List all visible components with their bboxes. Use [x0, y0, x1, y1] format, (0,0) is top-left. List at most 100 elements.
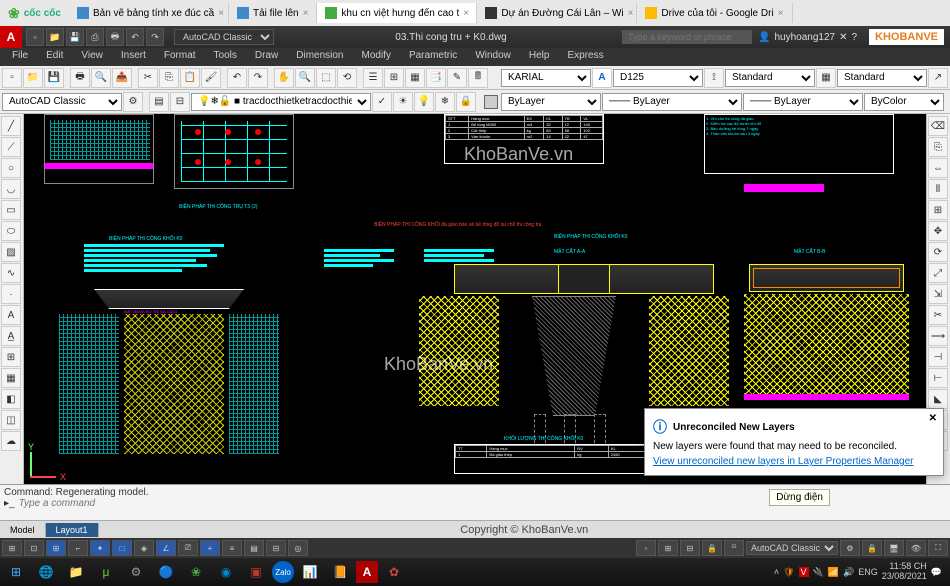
menu-modify[interactable]: Modify [354, 48, 399, 66]
notif-link[interactable]: View unreconciled new layers in Layer Pr… [653, 456, 914, 467]
menu-help[interactable]: Help [521, 48, 558, 66]
spline-icon[interactable]: ∿ [1, 263, 21, 283]
copy-button[interactable]: ⎘ [159, 68, 179, 88]
new-button[interactable]: ▫ [2, 68, 22, 88]
preview-button[interactable]: 🔍 [91, 68, 111, 88]
exchange-icon[interactable]: ✕ [839, 32, 847, 43]
break-icon[interactable]: ⊣ [928, 347, 948, 367]
start-icon[interactable]: ⊞ [2, 560, 30, 584]
edge-icon[interactable]: 🌐 [32, 560, 60, 584]
layer-states-button[interactable]: ⊟ [170, 92, 190, 112]
sheetset-button[interactable]: 📑 [426, 68, 446, 88]
menu-express[interactable]: Express [559, 48, 611, 66]
print-icon[interactable]: 🖶 [106, 28, 124, 46]
save-button[interactable]: 💾 [44, 68, 64, 88]
line-icon[interactable]: ╱ [1, 116, 21, 136]
app1-icon[interactable]: ◉ [212, 560, 240, 584]
close-icon[interactable]: × [463, 8, 469, 19]
user-icon[interactable]: 👤 [758, 32, 770, 43]
layer-freeze-button[interactable]: ❄ [435, 92, 455, 112]
menu-format[interactable]: Format [156, 48, 204, 66]
saveas-icon[interactable]: ⎙ [86, 28, 104, 46]
quickview2-icon[interactable]: ⊟ [680, 540, 700, 556]
hardware-icon[interactable]: 🖥 [884, 540, 904, 556]
tray-wifi-icon[interactable]: 📶 [828, 567, 839, 578]
matchprop-button[interactable]: 🖌 [201, 68, 221, 88]
tablestyle-icon[interactable]: ▦ [816, 68, 836, 88]
menu-insert[interactable]: Insert [113, 48, 154, 66]
markup-button[interactable]: ✎ [447, 68, 467, 88]
annoscale-icon[interactable]: 🔒 [702, 540, 722, 556]
toolbar-lock-icon[interactable]: 🔒 [862, 540, 882, 556]
osnap-icon[interactable]: □ [112, 540, 132, 556]
menu-tools[interactable]: Tools [206, 48, 245, 66]
linetype-select[interactable]: ─── ByLayer [602, 93, 742, 111]
infer-icon[interactable]: ⊞ [2, 540, 22, 556]
utorrent-icon[interactable]: μ [92, 560, 120, 584]
mirror-icon[interactable]: ⇔ [928, 158, 948, 178]
app2-icon[interactable]: ▣ [242, 560, 270, 584]
open-icon[interactable]: 📁 [46, 28, 64, 46]
help-icon[interactable]: ? [851, 32, 857, 43]
status-workspace-select[interactable]: AutoCAD Classic [746, 541, 838, 555]
notif-center-icon[interactable]: 💬 [931, 567, 942, 578]
polar-icon[interactable]: ✦ [90, 540, 110, 556]
coccoc-icon[interactable]: ❀ [182, 560, 210, 584]
calc-button[interactable]: 🖩 [468, 68, 488, 88]
erase-icon[interactable]: ⌫ [928, 116, 948, 136]
workspace-select[interactable]: AutoCAD Classic [174, 29, 274, 45]
qp-icon[interactable]: ⊟ [266, 540, 286, 556]
isolate-icon[interactable]: 👁 [906, 540, 926, 556]
region-icon[interactable]: ◧ [1, 389, 21, 409]
menu-view[interactable]: View [73, 48, 111, 66]
textstyle-select[interactable]: KARIAL [501, 69, 591, 87]
chrome-icon[interactable]: 🔵 [152, 560, 180, 584]
close-icon[interactable]: × [778, 8, 784, 19]
annovis-icon[interactable]: ⯐ [724, 540, 744, 556]
menu-draw[interactable]: Draw [247, 48, 286, 66]
block-icon[interactable]: ⊞ [1, 347, 21, 367]
notif-close-icon[interactable]: ✕ [929, 413, 937, 424]
ducs-icon[interactable]: ⎚ [178, 540, 198, 556]
model-tab[interactable]: Model [0, 523, 46, 537]
stretch-icon[interactable]: ⇲ [928, 284, 948, 304]
menu-parametric[interactable]: Parametric [401, 48, 465, 66]
app3-icon[interactable]: 📊 [296, 560, 324, 584]
ws-settings-icon[interactable]: ⚙ [123, 92, 143, 112]
close-icon[interactable]: × [218, 8, 224, 19]
array-icon[interactable]: ⊞ [928, 200, 948, 220]
trim-icon[interactable]: ✂ [928, 305, 948, 325]
menu-file[interactable]: File [4, 48, 36, 66]
browser-tab-3[interactable]: Dự án Đường Cái Lân – Wi× [477, 3, 637, 23]
sc-icon[interactable]: ◎ [288, 540, 308, 556]
color-swatch[interactable] [484, 95, 498, 109]
ellipse-icon[interactable]: ⬭ [1, 221, 21, 241]
rectangle-icon[interactable]: ▭ [1, 200, 21, 220]
table-icon[interactable]: ▦ [1, 368, 21, 388]
offset-icon[interactable]: ⫴ [928, 179, 948, 199]
zalo-icon[interactable]: Zalo [272, 561, 294, 583]
layer-off-button[interactable]: 💡 [414, 92, 434, 112]
menu-dimension[interactable]: Dimension [288, 48, 351, 66]
textstyle-a-icon[interactable]: A [592, 68, 612, 88]
text-icon[interactable]: A [1, 305, 21, 325]
scale-icon[interactable]: ⤢ [928, 263, 948, 283]
app4-icon[interactable]: 📙 [326, 560, 354, 584]
polyline-icon[interactable]: ⟋ [1, 137, 21, 157]
system-clock[interactable]: 11:58 CH 23/08/2021 [882, 562, 927, 582]
paste-button[interactable]: 📋 [180, 68, 200, 88]
save-icon[interactable]: 💾 [66, 28, 84, 46]
copy-icon[interactable]: ⎘ [928, 137, 948, 157]
layer-lock-button[interactable]: 🔒 [456, 92, 476, 112]
redo-button[interactable]: ↷ [248, 68, 268, 88]
dynin-icon[interactable]: + [200, 540, 220, 556]
new-icon[interactable]: ▫ [26, 28, 44, 46]
quickview-icon[interactable]: ⊞ [658, 540, 678, 556]
arc-icon[interactable]: ◡ [1, 179, 21, 199]
snap-icon[interactable]: ⊡ [24, 540, 44, 556]
mtext-icon[interactable]: A̲ [1, 326, 21, 346]
settings-icon[interactable]: ⚙ [122, 560, 150, 584]
workspace2-select[interactable]: AutoCAD Classic [2, 93, 122, 111]
dimstyle-icon[interactable]: ⟟ [704, 68, 724, 88]
color-select[interactable]: ByLayer [501, 93, 601, 111]
